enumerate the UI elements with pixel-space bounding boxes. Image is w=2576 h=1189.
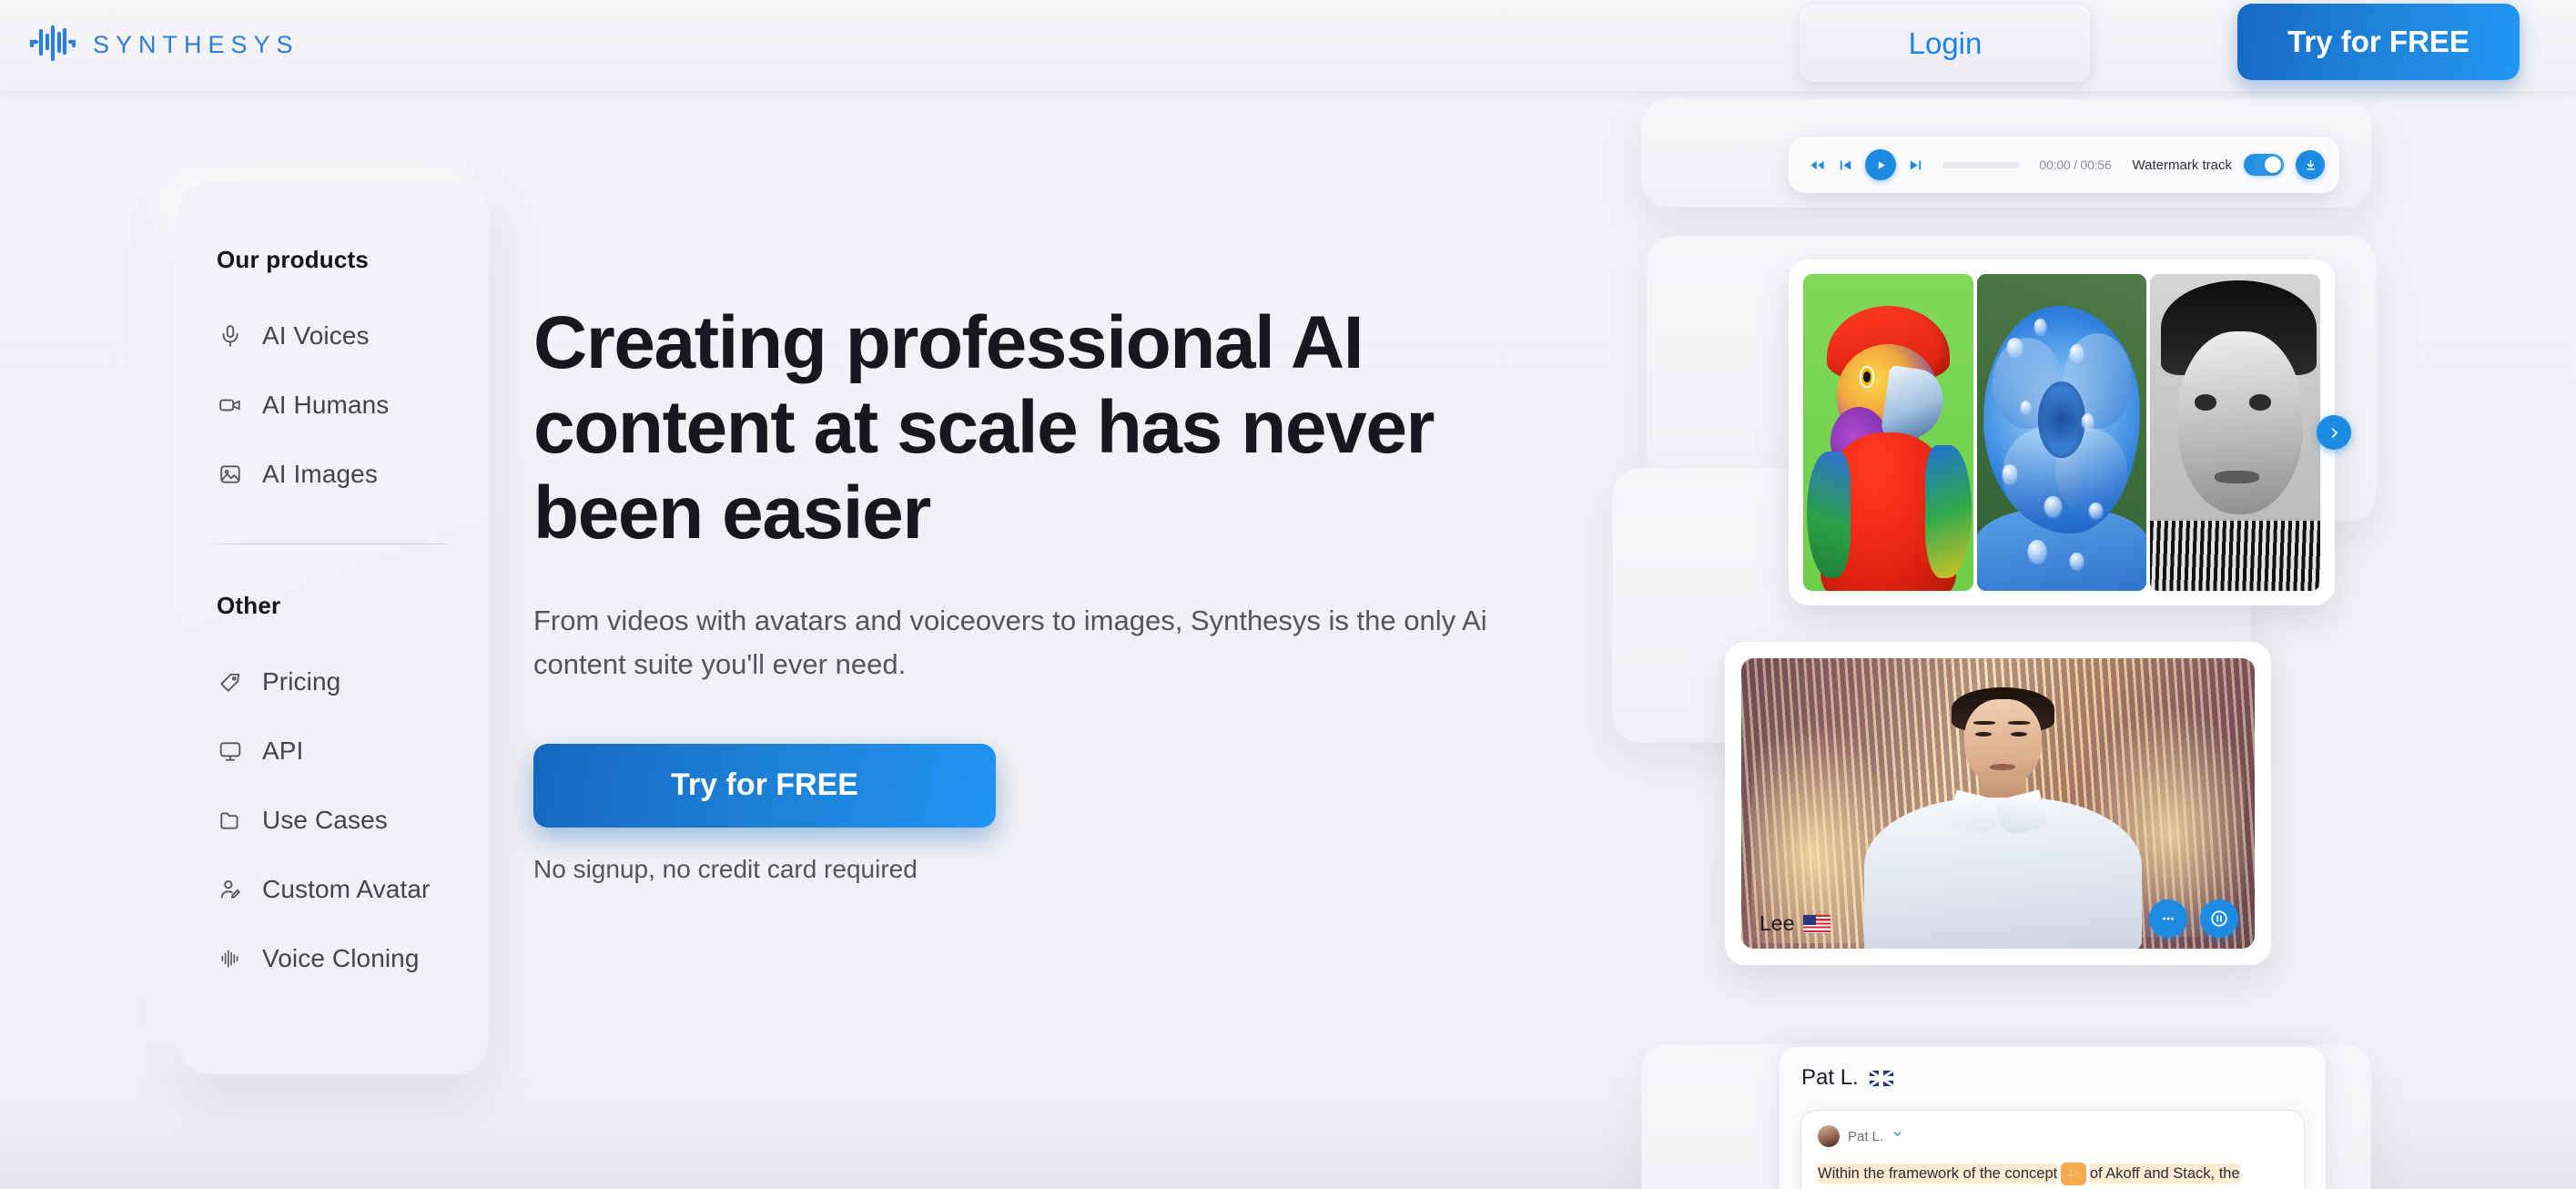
menu-item-api[interactable]: API bbox=[178, 716, 488, 786]
voice-script-card: Pat L. Pat L. Within the framework of th… bbox=[1780, 1047, 2326, 1189]
menu-item-use-cases[interactable]: Use Cases bbox=[178, 786, 488, 855]
dew-drop bbox=[2002, 463, 2018, 483]
menu-section-other-title: Other bbox=[217, 592, 281, 619]
hero-note: No signup, no credit card required bbox=[533, 854, 918, 883]
pause-icon[interactable] bbox=[2200, 899, 2238, 938]
us-flag-icon bbox=[1803, 914, 1831, 933]
avatar-brow bbox=[2008, 720, 2030, 725]
menu-item-label: Custom Avatar bbox=[262, 875, 431, 903]
menu-item-ai-humans[interactable]: AI Humans bbox=[178, 371, 488, 440]
portrait-shirt bbox=[2150, 521, 2321, 591]
menu-item-label: AI Images bbox=[262, 460, 378, 488]
script-editor-panel: Pat L. Within the framework of the conce… bbox=[1801, 1111, 2304, 1189]
avatar-name-badge: Lee bbox=[1760, 911, 1831, 936]
script-user-name: Pat L. bbox=[1848, 1128, 1884, 1144]
hero-subheading: From videos with avatars and voiceovers … bbox=[533, 605, 1487, 681]
folder-icon bbox=[217, 807, 244, 834]
menu-item-voice-cloning[interactable]: Voice Cloning bbox=[178, 924, 488, 993]
chevron-right-icon[interactable] bbox=[2317, 415, 2351, 450]
hero-cta-label: Try for FREE bbox=[671, 767, 858, 802]
menu-item-label: AI Voices bbox=[262, 321, 370, 350]
watermark-track-toggle[interactable] bbox=[2244, 154, 2284, 176]
login-button-label: Login bbox=[1908, 26, 1983, 60]
portrait-eye bbox=[2248, 394, 2271, 411]
try-for-free-header-label: Try for FREE bbox=[2287, 25, 2470, 58]
portrait-face bbox=[2177, 330, 2304, 515]
uk-flag-icon bbox=[1869, 1070, 1893, 1086]
avatar-video-preview[interactable]: Lee bbox=[1741, 658, 2255, 949]
landing-page: SYNTHESYS Login Try for FREE Our product… bbox=[0, 0, 2576, 1189]
waveform-icon bbox=[29, 23, 76, 67]
menu-item-ai-images[interactable]: AI Images bbox=[178, 440, 488, 509]
menu-section-our-products-title: Our products bbox=[217, 246, 370, 273]
parrot-wing-right bbox=[1925, 444, 1972, 579]
hero-try-for-free-button[interactable]: Try for FREE bbox=[533, 743, 996, 828]
audio-time-display: 00:00 / 00:56 bbox=[2039, 158, 2112, 172]
watermark-track-label: Watermark track bbox=[2132, 157, 2232, 173]
site-header: SYNTHESYS Login Try for FREE bbox=[0, 0, 2576, 91]
script-user-selector[interactable]: Pat L. bbox=[1818, 1125, 2287, 1147]
parrot-beak bbox=[1880, 365, 1948, 442]
dew-drop bbox=[2070, 343, 2084, 361]
next-icon[interactable] bbox=[1908, 158, 1923, 173]
hero-section: Creating professional AI content at scal… bbox=[533, 300, 1607, 884]
rose-core bbox=[2037, 381, 2086, 458]
dew-drop bbox=[2044, 495, 2062, 517]
script-voice-name: Pat L. bbox=[1801, 1065, 1859, 1090]
avatar-brow bbox=[1973, 720, 1995, 725]
try-for-free-header-button[interactable]: Try for FREE bbox=[2237, 4, 2520, 80]
menu-item-ai-voices[interactable]: AI Voices bbox=[178, 301, 488, 371]
menu-item-label: Voice Cloning bbox=[262, 944, 420, 972]
menu-item-label: AI Humans bbox=[262, 391, 390, 419]
avatar-face bbox=[1964, 698, 2042, 787]
microphone-icon bbox=[217, 322, 244, 350]
gallery-image-parrot[interactable] bbox=[1803, 274, 1973, 591]
product-showcase bbox=[1613, 91, 2576, 1189]
dew-drop bbox=[2088, 502, 2103, 518]
download-icon[interactable] bbox=[2296, 150, 2325, 179]
audio-player: 00:00 / 00:56 Watermark track bbox=[1789, 137, 2339, 193]
previous-icon[interactable] bbox=[1838, 158, 1853, 173]
waveform-icon bbox=[217, 945, 244, 972]
monitor-icon bbox=[217, 737, 244, 765]
menu-item-label: Pricing bbox=[262, 667, 341, 696]
logo-wordmark: SYNTHESYS bbox=[93, 30, 299, 58]
script-card-header: Pat L. bbox=[1801, 1065, 2304, 1091]
dew-drop bbox=[2070, 553, 2084, 569]
script-text-part1: Within the framework of the concept bbox=[1818, 1164, 2058, 1184]
avatar-name-label: Lee bbox=[1760, 911, 1795, 935]
ai-image-gallery bbox=[1789, 259, 2351, 605]
script-text[interactable]: Within the framework of the concept 1s of … bbox=[1818, 1160, 2287, 1189]
menu-item-label: API bbox=[262, 737, 304, 765]
play-icon[interactable] bbox=[1865, 149, 1896, 180]
dew-drop bbox=[2027, 540, 2047, 563]
audio-progress-bar[interactable] bbox=[1942, 161, 2021, 168]
more-options-icon[interactable] bbox=[2149, 899, 2187, 938]
gallery-image-rose[interactable] bbox=[1976, 274, 2147, 591]
user-edit-icon bbox=[217, 876, 244, 903]
menu-item-pricing[interactable]: Pricing bbox=[178, 647, 488, 716]
image-icon bbox=[217, 461, 244, 488]
avatar bbox=[1818, 1125, 1840, 1147]
products-dropdown-menu: Our products AI Voices AI Humans AI Imag… bbox=[178, 182, 488, 1074]
portrait-eye bbox=[2194, 394, 2217, 411]
chevron-down-icon[interactable] bbox=[1891, 1128, 1903, 1144]
gallery-image-portrait[interactable] bbox=[2150, 274, 2321, 591]
rewind-icon[interactable] bbox=[1809, 157, 1826, 174]
menu-item-label: Use Cases bbox=[262, 806, 388, 834]
tag-icon bbox=[217, 668, 244, 696]
menu-item-custom-avatar[interactable]: Custom Avatar bbox=[178, 855, 488, 924]
login-button[interactable]: Login bbox=[1800, 5, 2090, 82]
video-camera-icon bbox=[217, 391, 244, 419]
script-pause-chip[interactable]: 1s bbox=[2061, 1163, 2086, 1185]
logo[interactable]: SYNTHESYS bbox=[29, 13, 299, 76]
ai-human-avatar-card: Lee bbox=[1725, 642, 2271, 965]
portrait-mouth bbox=[2215, 470, 2259, 483]
avatar-controls bbox=[2149, 899, 2238, 938]
parrot-wing-left bbox=[1806, 451, 1851, 579]
page-title: Creating professional AI content at scal… bbox=[533, 301, 1435, 554]
